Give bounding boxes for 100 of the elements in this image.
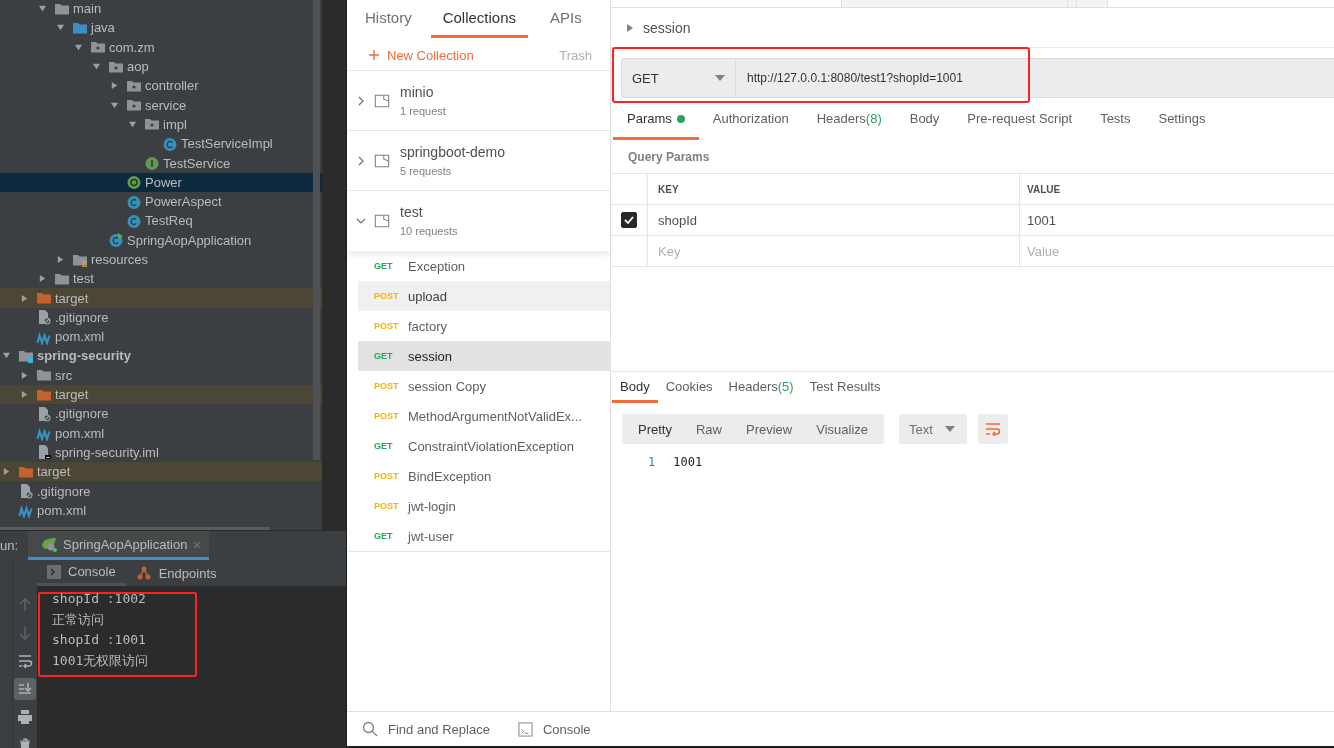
sidebar-tab[interactable]: History bbox=[355, 0, 429, 38]
collection-item[interactable]: minio 1 request bbox=[347, 71, 610, 131]
tree-item[interactable]: spring-security.iml bbox=[0, 442, 322, 463]
tree-item[interactable]: java bbox=[0, 18, 322, 38]
request-item[interactable]: GET session bbox=[358, 341, 610, 371]
request-item[interactable]: POST upload bbox=[358, 281, 610, 311]
caret-right-icon[interactable] bbox=[56, 255, 65, 264]
tree-item[interactable]: PowerAspect bbox=[0, 191, 322, 212]
tree-item[interactable]: TestServiceImpl bbox=[0, 134, 322, 154]
caret-down-icon[interactable] bbox=[2, 351, 11, 361]
caret-right-icon[interactable] bbox=[20, 370, 29, 380]
request-tab[interactable]: Pre-request Script bbox=[953, 100, 1087, 140]
caret-down-icon[interactable] bbox=[56, 23, 65, 33]
caret-down-icon[interactable] bbox=[74, 42, 83, 52]
response-tab[interactable]: Body bbox=[612, 372, 658, 403]
request-tab[interactable]: Authorization bbox=[698, 100, 803, 140]
sidebar-tab[interactable]: APIs bbox=[540, 0, 599, 38]
caret-down-icon[interactable] bbox=[92, 62, 101, 72]
view-mode-button[interactable]: Raw bbox=[683, 414, 734, 444]
format-dropdown[interactable]: Text bbox=[899, 414, 968, 444]
caret-right-icon[interactable] bbox=[20, 293, 29, 303]
value-field[interactable]: Value bbox=[1027, 243, 1127, 259]
nodes-icon bbox=[135, 565, 152, 581]
request-tab[interactable]: Body bbox=[895, 100, 954, 140]
checkbox[interactable] bbox=[621, 212, 637, 228]
column-header: KEY bbox=[648, 174, 1020, 204]
table-cell[interactable]: shopId bbox=[648, 205, 1020, 235]
request-name: upload bbox=[408, 288, 448, 304]
request-item[interactable]: GET Exception bbox=[358, 251, 610, 281]
response-tab[interactable]: Cookies bbox=[657, 372, 721, 403]
tree-item[interactable]: service bbox=[0, 95, 322, 115]
chevron-right-icon[interactable] bbox=[356, 155, 366, 166]
request-tab[interactable]: Tests bbox=[1086, 100, 1145, 140]
tree-item[interactable]: pom.xml bbox=[0, 327, 322, 347]
caret-right-icon[interactable] bbox=[110, 81, 119, 91]
key-field[interactable]: Key bbox=[658, 243, 758, 259]
request-count: 1 request bbox=[400, 105, 446, 117]
caret-down-icon[interactable] bbox=[110, 100, 119, 110]
new-collection-button[interactable]: New Collection bbox=[369, 47, 474, 63]
build-file-icon bbox=[18, 502, 34, 519]
request-item[interactable]: POST session Copy bbox=[358, 371, 610, 401]
method-label: GET bbox=[373, 441, 394, 451]
wrap-lines-icon bbox=[985, 422, 1002, 436]
run-tab[interactable]: SpringAopApplication × bbox=[28, 531, 210, 560]
tree-item[interactable]: target bbox=[0, 462, 322, 482]
tree-item[interactable]: spring-security bbox=[0, 346, 322, 366]
tree-item[interactable]: com.zm bbox=[0, 37, 322, 57]
wrap-button[interactable] bbox=[978, 414, 1009, 444]
view-mode-button[interactable]: Visualize bbox=[804, 414, 881, 444]
response-tab[interactable]: Headers(5) bbox=[720, 372, 802, 403]
folder-icon bbox=[374, 92, 390, 109]
tree-item[interactable]: TestService bbox=[0, 153, 322, 173]
scrollbar[interactable] bbox=[313, 0, 320, 460]
caret-down-icon[interactable] bbox=[128, 119, 137, 129]
request-item[interactable]: POST factory bbox=[358, 311, 610, 341]
sidebar-tab[interactable]: Collections bbox=[430, 0, 529, 38]
tree-item[interactable]: Power bbox=[0, 172, 322, 192]
tree-item[interactable]: test bbox=[0, 269, 322, 289]
collection-item[interactable]: test 10 requests bbox=[347, 191, 610, 251]
tree-item[interactable]: pom.xml bbox=[0, 423, 322, 443]
collection-item[interactable]: springboot-demo 5 requests bbox=[347, 131, 610, 191]
response-tab[interactable]: Test Results bbox=[801, 372, 889, 403]
tree-item[interactable]: resources bbox=[0, 249, 322, 270]
tree-item[interactable]: target bbox=[0, 288, 322, 308]
request-item[interactable]: GET ConstraintViolationException bbox=[358, 431, 610, 461]
tree-item[interactable]: TestReq bbox=[0, 211, 322, 231]
table-cell[interactable]: 1001 bbox=[1020, 205, 1334, 235]
request-item[interactable]: POST MethodArgumentNotValidEx... bbox=[358, 401, 610, 431]
caret-right-icon[interactable] bbox=[20, 390, 29, 400]
caret-right-icon[interactable] bbox=[2, 467, 11, 477]
request-tab[interactable]: Settings bbox=[1144, 100, 1220, 140]
request-item[interactable]: GET jwt-user bbox=[358, 521, 610, 551]
tree-item[interactable]: .gitignore bbox=[0, 307, 322, 328]
request-tab[interactable]: Params bbox=[613, 100, 699, 140]
request-tab[interactable]: Headers(8) bbox=[802, 100, 896, 140]
tree-item[interactable]: .gitignore bbox=[0, 404, 322, 424]
tree-item[interactable]: controller bbox=[0, 76, 322, 96]
chevron-right-icon[interactable] bbox=[356, 95, 366, 106]
tree-item[interactable]: aop bbox=[0, 56, 322, 77]
tree-item[interactable]: pom.xml bbox=[0, 500, 322, 520]
tree-item[interactable]: main bbox=[0, 0, 322, 19]
find-replace-button[interactable]: Find and Replace bbox=[362, 721, 490, 737]
method-label: GET bbox=[373, 351, 394, 361]
method-label: POST bbox=[373, 381, 400, 391]
tree-item[interactable]: .gitignore bbox=[0, 481, 322, 501]
view-mode-button[interactable]: Preview bbox=[734, 414, 805, 444]
tree-item[interactable]: src bbox=[0, 365, 322, 385]
scroll-end-tool-icon[interactable] bbox=[14, 678, 36, 700]
console-button[interactable]: Console bbox=[517, 721, 591, 737]
caret-down-icon[interactable] bbox=[38, 4, 47, 14]
tree-item[interactable]: target bbox=[0, 384, 322, 405]
caret-right-icon[interactable] bbox=[627, 23, 633, 32]
request-item[interactable]: POST BindException bbox=[358, 461, 610, 491]
tree-item[interactable]: impl bbox=[0, 114, 322, 135]
plus-icon bbox=[369, 50, 379, 60]
request-item[interactable]: POST jwt-login bbox=[358, 491, 610, 521]
caret-right-icon[interactable] bbox=[38, 274, 47, 284]
view-mode-button[interactable]: Pretty bbox=[626, 414, 684, 444]
console-tab[interactable]: Endpoints bbox=[125, 560, 227, 586]
tree-item[interactable]: SpringAopApplication bbox=[0, 230, 322, 250]
